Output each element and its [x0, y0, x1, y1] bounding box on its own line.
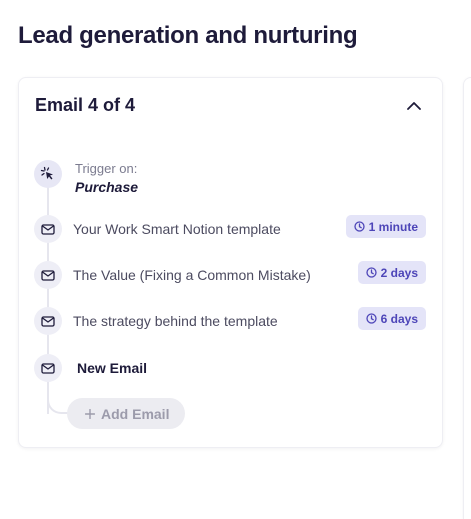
collapse-button[interactable]	[404, 96, 424, 116]
mail-icon	[34, 261, 62, 289]
delay-badge: 6 days	[357, 307, 426, 330]
email-sequence-card: Email 4 of 4 Trigger on: Purchase Your W…	[18, 77, 443, 448]
clock-icon	[365, 267, 377, 278]
new-email-row[interactable]: New Email	[19, 354, 426, 382]
mail-icon	[34, 215, 62, 243]
clock-icon	[354, 221, 365, 232]
add-email-button[interactable]: Add Email	[67, 398, 186, 429]
timeline-connector	[47, 384, 69, 414]
delay-badge: 1 minute	[345, 215, 426, 238]
add-email-label: Add Email	[101, 405, 170, 422]
delay-text: 6 days	[380, 311, 418, 326]
email-row-1[interactable]: Your Work Smart Notion template 1 minute	[19, 215, 426, 243]
mail-icon	[34, 354, 62, 382]
card-header[interactable]: Email 4 of 4	[35, 95, 424, 116]
email-row-3[interactable]: The strategy behind the template 6 days	[19, 307, 426, 335]
email-subject: Your Work Smart Notion template	[73, 221, 281, 237]
clock-icon	[365, 313, 377, 324]
email-subject: The Value (Fixing a Common Mistake)	[73, 267, 311, 283]
mail-icon	[34, 307, 62, 335]
new-email-label: New Email	[77, 360, 148, 376]
delay-text: 1 minute	[368, 219, 418, 234]
cursor-click-icon	[34, 160, 62, 188]
trigger-value[interactable]: Purchase	[75, 179, 138, 195]
delay-badge: 2 days	[357, 261, 426, 284]
email-row-2[interactable]: The Value (Fixing a Common Mistake) 2 da…	[19, 261, 426, 289]
chevron-up-icon	[407, 102, 421, 110]
trigger-label: Trigger on:	[75, 161, 138, 176]
delay-text: 2 days	[380, 265, 418, 280]
page-title: Lead generation and nurturing	[18, 22, 358, 49]
card-title: Email 4 of 4	[35, 95, 136, 115]
adjacent-card-edge	[463, 77, 471, 519]
plus-icon	[85, 408, 95, 419]
email-subject: The strategy behind the template	[73, 313, 278, 329]
